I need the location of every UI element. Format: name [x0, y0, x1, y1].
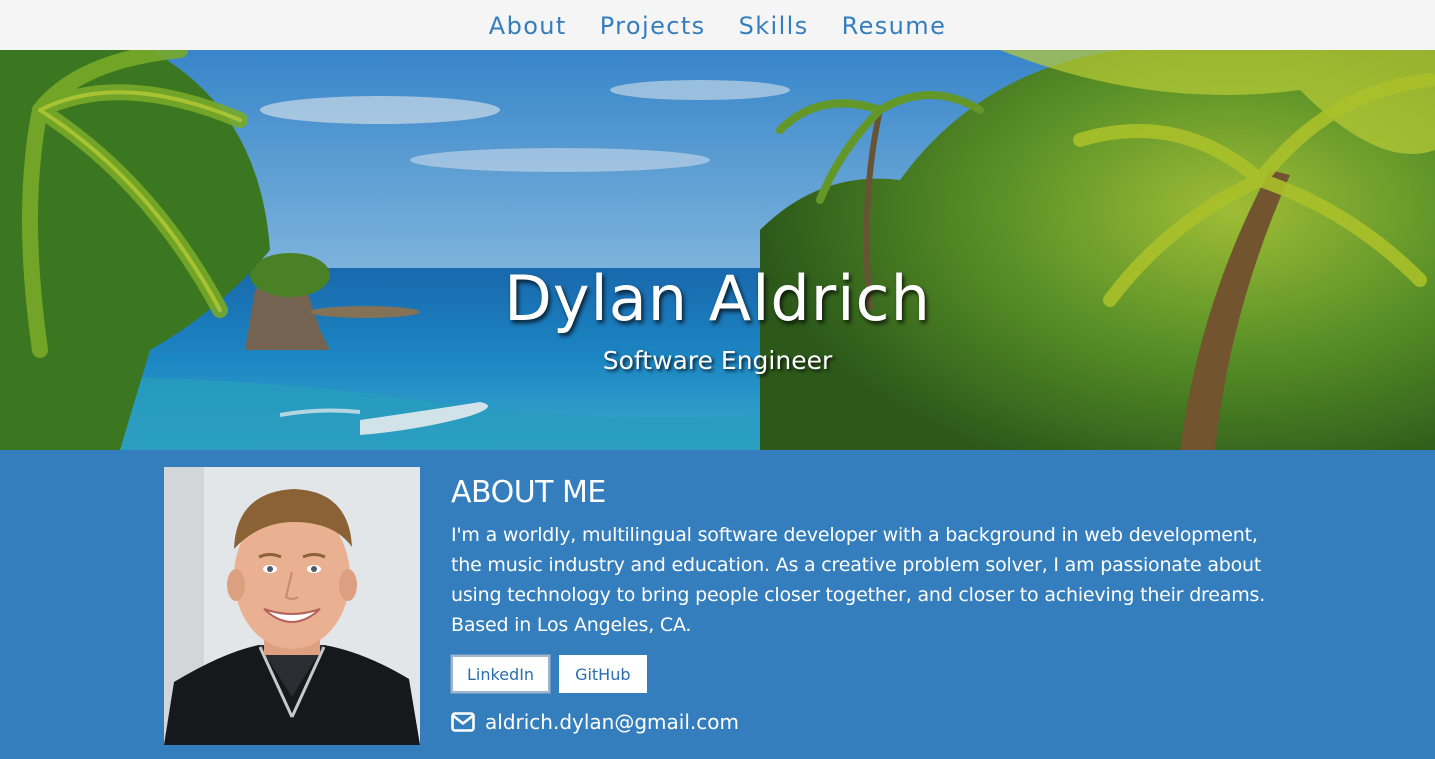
hero-banner: Dylan Aldrich Software Engineer [0, 50, 1435, 450]
envelope-icon [451, 712, 475, 732]
nav-link-resume[interactable]: Resume [842, 12, 947, 40]
nav-link-skills[interactable]: Skills [739, 12, 809, 40]
portrait-image [164, 467, 420, 745]
email-address: aldrich.dylan@gmail.com [485, 710, 739, 734]
about-content: ABOUT ME I'm a worldly, multilingual sof… [451, 476, 1271, 734]
social-buttons: LinkedIn GitHub [451, 655, 1271, 693]
linkedin-button[interactable]: LinkedIn [451, 655, 551, 693]
hero-name: Dylan Aldrich [504, 262, 931, 335]
github-button[interactable]: GitHub [559, 655, 647, 693]
profile-photo [164, 467, 420, 745]
about-heading: ABOUT ME [451, 475, 606, 510]
about-bio: I'm a worldly, multilingual software dev… [451, 524, 1266, 636]
nav-link-projects[interactable]: Projects [600, 12, 706, 40]
top-nav: About Projects Skills Resume [0, 0, 1435, 50]
hero-background-image [0, 50, 1435, 450]
nav-link-about[interactable]: About [489, 12, 567, 40]
email-link[interactable]: aldrich.dylan@gmail.com [451, 710, 1271, 734]
hero-subtitle: Software Engineer [602, 346, 833, 375]
about-section: ABOUT ME I'm a worldly, multilingual sof… [0, 450, 1435, 759]
